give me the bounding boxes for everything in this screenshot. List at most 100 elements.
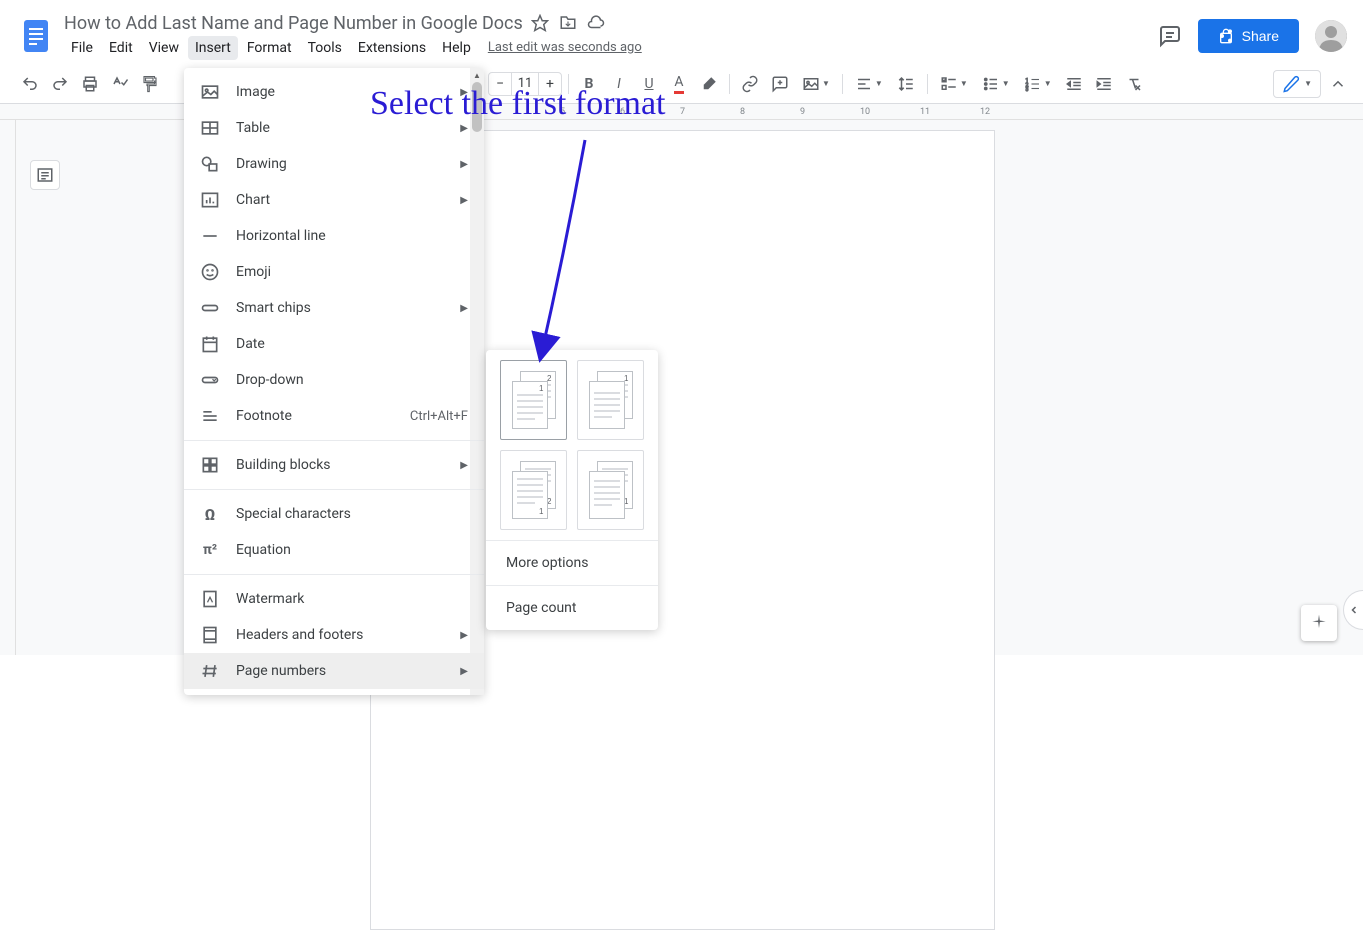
dropdown-icon <box>200 370 220 390</box>
highlight-button[interactable] <box>695 70 723 98</box>
horizontal-line-icon <box>200 226 220 246</box>
italic-button[interactable]: I <box>605 70 633 98</box>
vertical-ruler[interactable] <box>0 120 16 655</box>
menu-view[interactable]: View <box>142 36 186 60</box>
bullet-list-button[interactable]: ▼ <box>976 70 1016 98</box>
image-icon <box>200 82 220 102</box>
paint-format-button[interactable] <box>136 70 164 98</box>
insert-building-blocks-item[interactable]: Building blocks ▶ <box>184 447 484 483</box>
docs-home-icon[interactable] <box>16 16 56 56</box>
hide-menus-button[interactable] <box>1329 75 1347 93</box>
numbered-list-button[interactable]: 123▼ <box>1018 70 1058 98</box>
bold-button[interactable]: B <box>575 70 603 98</box>
watermark-icon <box>200 589 220 609</box>
menu-file[interactable]: File <box>64 36 100 60</box>
page-number-format-header-skip-first[interactable]: 1 <box>577 360 644 440</box>
indent-increase-button[interactable] <box>1090 70 1118 98</box>
menu-label: Smart chips <box>236 300 444 316</box>
insert-emoji-item[interactable]: Emoji <box>184 254 484 290</box>
explore-button[interactable] <box>1301 605 1337 641</box>
footnote-icon <box>200 406 220 426</box>
comment-button[interactable] <box>766 70 794 98</box>
ruler-tick: 6 <box>620 107 625 117</box>
ruler-tick: 7 <box>680 107 685 117</box>
menu-tools[interactable]: Tools <box>301 36 349 60</box>
separator <box>729 74 730 94</box>
ruler-tick: 8 <box>740 107 745 117</box>
submenu-arrow-icon: ▶ <box>460 666 468 677</box>
menu-format[interactable]: Format <box>240 36 299 60</box>
text-color-button[interactable]: A <box>665 70 693 98</box>
side-panel-toggle[interactable] <box>1343 590 1363 630</box>
menu-label: Equation <box>236 542 468 558</box>
more-options-item[interactable]: More options <box>486 541 658 585</box>
page-count-item[interactable]: Page count <box>486 586 658 630</box>
insert-image-item[interactable]: Image ▶ <box>184 74 484 110</box>
comments-icon[interactable] <box>1158 24 1182 48</box>
font-size-value[interactable]: 11 <box>511 73 539 95</box>
menu-label: Emoji <box>236 264 468 280</box>
insert-date-item[interactable]: Date <box>184 326 484 362</box>
submenu-arrow-icon: ▶ <box>460 460 468 471</box>
spellcheck-button[interactable] <box>106 70 134 98</box>
smart-chips-icon <box>200 298 220 318</box>
image-insert-button[interactable]: ▼ <box>796 70 836 98</box>
show-outline-button[interactable] <box>30 160 60 190</box>
insert-smart-chips-item[interactable]: Smart chips ▶ <box>184 290 484 326</box>
menu-label: Page numbers <box>236 663 444 679</box>
insert-dropdown-item[interactable]: Drop-down <box>184 362 484 398</box>
indent-decrease-button[interactable] <box>1060 70 1088 98</box>
insert-horizontal-line-item[interactable]: Horizontal line <box>184 218 484 254</box>
drawing-icon <box>200 154 220 174</box>
submenu-arrow-icon: ▶ <box>460 87 468 98</box>
star-icon[interactable] <box>531 14 549 32</box>
share-button[interactable]: Share <box>1198 19 1299 53</box>
header: How to Add Last Name and Page Number in … <box>0 0 1363 64</box>
insert-page-numbers-item[interactable]: Page numbers ▶ <box>184 653 484 689</box>
insert-chart-item[interactable]: Chart ▶ <box>184 182 484 218</box>
headers-footers-icon <box>200 625 220 645</box>
font-size-decrease[interactable]: − <box>489 76 511 92</box>
cloud-icon[interactable] <box>587 14 605 32</box>
menu-label: Footnote <box>236 408 394 424</box>
ruler-tick: 11 <box>920 107 930 117</box>
account-avatar[interactable] <box>1315 20 1347 52</box>
svg-text:3: 3 <box>1025 86 1028 92</box>
menu-edit[interactable]: Edit <box>102 36 140 60</box>
checklist-button[interactable]: ▼ <box>934 70 974 98</box>
menu-extensions[interactable]: Extensions <box>351 36 433 60</box>
page-numbers-submenu: 2 1 1 2 1 1 More options Page count <box>486 350 658 630</box>
underline-button[interactable]: U <box>635 70 663 98</box>
page-number-format-footer-all[interactable]: 2 1 <box>500 450 567 530</box>
menu-insert[interactable]: Insert <box>188 36 238 60</box>
submenu-arrow-icon: ▶ <box>460 123 468 134</box>
submenu-arrow-icon: ▶ <box>460 303 468 314</box>
last-edit-link[interactable]: Last edit was seconds ago <box>488 40 642 55</box>
menu-bar: File Edit View Insert Format Tools Exten… <box>64 36 1158 60</box>
insert-footnote-item[interactable]: Footnote Ctrl+Alt+F <box>184 398 484 434</box>
page-number-format-footer-skip-first[interactable]: 1 <box>577 450 644 530</box>
insert-equation-item[interactable]: π² Equation <box>184 532 484 568</box>
insert-table-item[interactable]: Table ▶ <box>184 110 484 146</box>
insert-special-characters-item[interactable]: Ω Special characters <box>184 496 484 532</box>
document-title[interactable]: How to Add Last Name and Page Number in … <box>64 13 523 34</box>
clear-formatting-button[interactable] <box>1120 70 1148 98</box>
font-size-increase[interactable]: + <box>539 76 561 92</box>
menu-help[interactable]: Help <box>435 36 478 60</box>
align-button[interactable]: ▼ <box>849 70 889 98</box>
menu-label: Table <box>236 120 444 136</box>
undo-button[interactable] <box>16 70 44 98</box>
insert-drawing-item[interactable]: Drawing ▶ <box>184 146 484 182</box>
menu-label: Headers and footers <box>236 627 444 643</box>
page-number-format-header-all[interactable]: 2 1 <box>500 360 567 440</box>
insert-headers-footers-item[interactable]: Headers and footers ▶ <box>184 617 484 653</box>
redo-button[interactable] <box>46 70 74 98</box>
separator <box>568 74 569 94</box>
equation-icon: π² <box>200 540 220 560</box>
move-icon[interactable] <box>559 14 577 32</box>
editing-mode-button[interactable]: ▼ <box>1273 70 1321 98</box>
line-spacing-button[interactable] <box>891 70 921 98</box>
print-button[interactable] <box>76 70 104 98</box>
link-button[interactable] <box>736 70 764 98</box>
insert-watermark-item[interactable]: Watermark <box>184 581 484 617</box>
